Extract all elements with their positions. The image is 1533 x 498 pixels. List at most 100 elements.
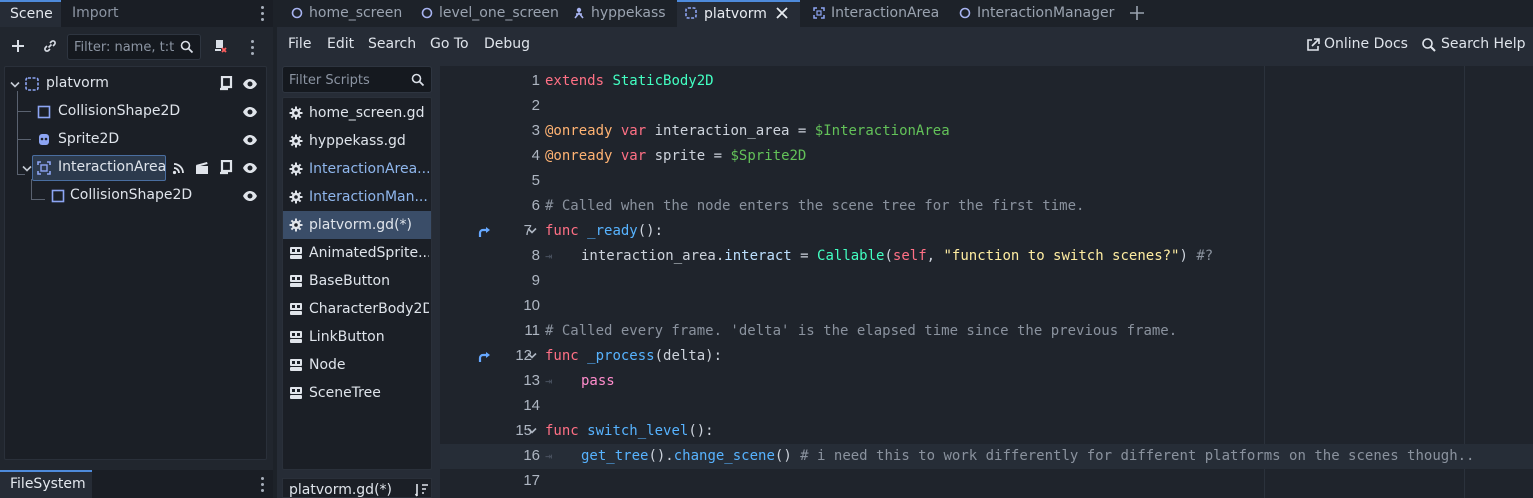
tree-item-interactionarea[interactable]: InteractionArea xyxy=(5,155,266,181)
visibility-eye-icon[interactable] xyxy=(242,76,258,92)
scene-tab-platvorm[interactable]: platvorm xyxy=(677,0,800,27)
script-list-item[interactable]: hyppekass.gd xyxy=(283,127,431,155)
gear-icon xyxy=(289,134,303,148)
script-list-item[interactable]: SceneTree xyxy=(283,379,431,407)
code-text: get_tree().change_scene() # i need this … xyxy=(581,448,1475,464)
script-list-item-label: Node xyxy=(309,357,346,373)
script-icon[interactable] xyxy=(219,76,233,92)
current-script-name: platvorm.gd(*) xyxy=(289,482,392,498)
code-line-11[interactable]: 11 # Called every frame. 'delta' is the … xyxy=(440,319,1533,344)
menu-edit[interactable]: Edit xyxy=(327,36,354,52)
tab-import[interactable]: Import xyxy=(62,0,132,27)
line-number: 10 xyxy=(523,297,540,314)
code-line-1[interactable]: 1 extends StaticBody2D xyxy=(440,69,1533,94)
code-line-5[interactable]: 5 xyxy=(440,169,1533,194)
script-list-item[interactable]: LinkButton xyxy=(283,323,431,351)
menu-search[interactable]: Search xyxy=(368,36,416,52)
script-menubar: File Edit Search Go To Debug Online Docs… xyxy=(277,31,1533,61)
scene-tab-interactionarea[interactable]: InteractionArea xyxy=(807,0,943,27)
code-line-7[interactable]: 7 func _ready(): xyxy=(440,219,1533,244)
line-number: 13 xyxy=(523,372,540,389)
code-line-13[interactable]: 13 ⇥ pass xyxy=(440,369,1533,394)
menu-file[interactable]: File xyxy=(288,36,311,52)
scripts-filter-input[interactable] xyxy=(289,71,409,89)
fold-chevron-icon[interactable] xyxy=(527,227,537,235)
script-list-item[interactable]: CharacterBody2D xyxy=(283,295,431,323)
tree-item-collisionshape2d-child[interactable]: CollisionShape2D xyxy=(5,183,266,209)
tab-scene[interactable]: Scene xyxy=(0,0,61,27)
tab-filesystem[interactable]: FileSystem xyxy=(0,470,92,498)
script-list-item[interactable]: BaseButton xyxy=(283,267,431,295)
script-list-item[interactable]: InteractionMan... xyxy=(283,183,431,211)
script-list-item[interactable]: AnimatedSprite... xyxy=(283,239,431,267)
fold-chevron-icon[interactable] xyxy=(527,427,537,435)
tree-item-sprite2d[interactable]: Sprite2D xyxy=(5,127,266,153)
search-icon xyxy=(180,40,194,54)
line-number: 14 xyxy=(523,397,540,414)
close-icon[interactable] xyxy=(776,7,788,19)
line-number: 4 xyxy=(531,147,540,164)
sort-icon[interactable] xyxy=(415,483,429,497)
code-text: interaction_area.interact = Callable(sel… xyxy=(581,248,1214,264)
visibility-eye-icon[interactable] xyxy=(242,188,258,204)
filesystem-menu-icon[interactable] xyxy=(254,474,270,494)
filesystem-dock-tabs: FileSystem xyxy=(0,470,273,498)
menu-goto[interactable]: Go To xyxy=(430,36,469,52)
signal-icon[interactable] xyxy=(172,161,186,175)
code-line-4[interactable]: 4 @onready var sprite = $Sprite2D xyxy=(440,144,1533,169)
code-line-16[interactable]: 16 ⇥ get_tree().change_scene() # i need … xyxy=(440,444,1533,469)
code-comment: # Called when the node enters the scene … xyxy=(545,198,1085,214)
fold-chevron-icon[interactable] xyxy=(527,352,537,360)
code-line-15[interactable]: 15 func switch_level(): xyxy=(440,419,1533,444)
scene-filter-field[interactable] xyxy=(67,34,201,60)
scene-filter-input[interactable] xyxy=(74,38,178,56)
add-tab-icon[interactable] xyxy=(1129,5,1145,21)
scripts-panel: home_screen.gd hyppekass.gd InteractionAre… xyxy=(282,66,432,470)
visibility-eye-icon[interactable] xyxy=(242,132,258,148)
code-editor[interactable]: 1 extends StaticBody2D 2 3 @onready var … xyxy=(440,66,1533,498)
add-node-button[interactable] xyxy=(6,34,30,58)
scene-tab-home-screen[interactable]: home_screen xyxy=(285,0,407,27)
code-line-9[interactable]: 9 xyxy=(440,269,1533,294)
script-list-item-label: hyppekass.gd xyxy=(309,133,406,149)
script-icon[interactable] xyxy=(219,160,233,176)
script-list-item[interactable]: platvorm.gd(*) xyxy=(283,211,431,239)
area-icon xyxy=(37,161,51,175)
code-line-10[interactable]: 10 xyxy=(440,294,1533,319)
character-icon xyxy=(574,7,584,19)
code-line-8[interactable]: 8 ⇥ interaction_area.interact = Callable… xyxy=(440,244,1533,269)
script-list-item[interactable]: InteractionArea... xyxy=(283,155,431,183)
code-line-14[interactable]: 14 xyxy=(440,394,1533,419)
line-number: 15 xyxy=(515,422,532,439)
main-area: home_screen level_one_screen hyppekass p… xyxy=(277,0,1533,498)
script-list-item[interactable]: home_screen.gd xyxy=(283,99,431,127)
tree-item-collisionshape2d[interactable]: CollisionShape2D xyxy=(5,99,266,125)
current-script-label: platvorm.gd(*) xyxy=(282,478,432,498)
tree-item-label: CollisionShape2D xyxy=(58,103,181,119)
script-list-item-label: BaseButton xyxy=(309,273,390,289)
code-line-6[interactable]: 6 # Called when the node enters the scen… xyxy=(440,194,1533,219)
scene-dock-menu-icon[interactable] xyxy=(254,3,270,23)
code-comment: # Called every frame. 'delta' is the ela… xyxy=(545,323,1178,339)
visibility-eye-icon[interactable] xyxy=(242,160,258,176)
instance-scene-button[interactable] xyxy=(38,34,62,58)
code-line-12[interactable]: 12 func _process(delta): xyxy=(440,344,1533,369)
filter-scripts-button[interactable] xyxy=(208,34,232,58)
menu-debug[interactable]: Debug xyxy=(484,36,530,52)
clapperboard-icon[interactable] xyxy=(195,161,209,175)
code-line-2[interactable]: 2 xyxy=(440,94,1533,119)
scene-tree: platvorm CollisionShape2D Sprite2D Inter… xyxy=(4,66,267,460)
line-number: 17 xyxy=(523,472,540,489)
line-number: 3 xyxy=(531,122,540,139)
visibility-eye-icon[interactable] xyxy=(242,104,258,120)
code-line-3[interactable]: 3 @onready var interaction_area = $Inter… xyxy=(440,119,1533,144)
scene-tab-interactionmanager[interactable]: InteractionManager xyxy=(953,0,1119,27)
scene-tab-level-one-screen[interactable]: level_one_screen xyxy=(415,0,561,27)
script-list-item[interactable]: Node xyxy=(283,351,431,379)
tree-item-platvorm[interactable]: platvorm xyxy=(5,71,266,97)
line-number: 9 xyxy=(531,272,540,289)
scene-tree-menu-icon[interactable] xyxy=(244,37,260,57)
scripts-filter-field[interactable] xyxy=(282,66,432,93)
code-line-17[interactable]: 17 xyxy=(440,469,1533,494)
scene-tab-hyppekass[interactable]: hyppekass xyxy=(567,0,671,27)
